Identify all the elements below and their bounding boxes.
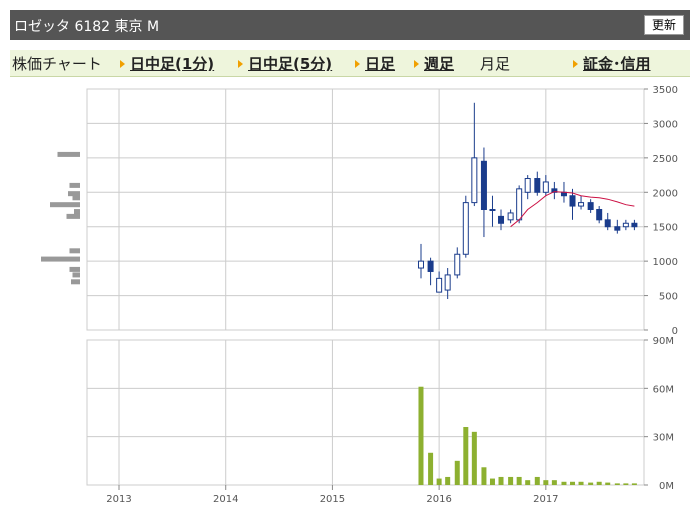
volume-profile-bar — [69, 182, 80, 188]
candle-down — [596, 209, 603, 221]
volume-bar — [489, 478, 495, 485]
volume-tick-label: 90M — [653, 336, 674, 347]
candle-down — [631, 222, 638, 228]
volume-tick-label: 0M — [659, 481, 674, 492]
volume-profile-bar — [71, 279, 80, 285]
candle-up — [444, 274, 451, 291]
volume-bar — [508, 476, 514, 485]
candle-down — [604, 219, 611, 228]
volume-bar — [551, 480, 557, 485]
volume-bar — [481, 467, 487, 485]
candle-up — [524, 178, 531, 193]
volume-profile-bar — [74, 209, 80, 215]
x-tick-label: 2013 — [106, 494, 131, 505]
candle-up — [622, 222, 629, 228]
price-tick-label: 2000 — [653, 188, 678, 199]
volume-profile-bar — [41, 256, 80, 262]
candle-up — [417, 260, 424, 269]
price-chart-frame — [86, 88, 645, 331]
volume-grid — [87, 339, 644, 486]
candle-down — [427, 260, 434, 272]
candle-up — [471, 157, 478, 204]
volume-tick-label: 60M — [653, 384, 674, 395]
volume-bar — [588, 482, 594, 485]
candle-up — [462, 202, 469, 255]
volume-bar — [463, 427, 469, 485]
volume-bars — [418, 386, 637, 485]
volume-bar — [516, 476, 522, 485]
volume-profile — [41, 151, 80, 285]
candle-up — [516, 188, 523, 221]
price-tick-label: 1000 — [653, 257, 678, 268]
price-tick-label: 3500 — [653, 85, 678, 96]
candle-up — [542, 181, 549, 193]
stock-chart-area: 3500300025002000150010005000 90M60M30M0M… — [41, 85, 678, 505]
volume-profile-bar — [50, 202, 80, 208]
candle-down — [569, 195, 576, 207]
time-axis: 2013 2014 2015 2016 2017 — [106, 485, 559, 505]
volume-profile-bar — [69, 266, 80, 272]
candle-up — [507, 212, 514, 221]
volume-bar — [418, 386, 424, 485]
volume-profile-bar — [69, 248, 80, 254]
price-grid — [87, 88, 644, 331]
volume-profile-bar — [66, 213, 80, 219]
candle-down — [587, 202, 594, 211]
volume-bar — [614, 483, 620, 485]
volume-bar — [436, 478, 442, 485]
volume-profile-bar — [57, 151, 80, 157]
volume-bar — [454, 460, 460, 485]
volume-bar — [605, 482, 611, 485]
volume-profile-bar — [72, 195, 80, 201]
candle-down — [480, 160, 487, 211]
x-tick-label: 2014 — [213, 494, 238, 505]
volume-profile-bar — [72, 272, 80, 278]
price-tick-label: 1500 — [653, 223, 678, 234]
volume-bar — [445, 476, 451, 485]
price-axis: 3500300025002000150010005000 — [644, 85, 678, 337]
volume-bar — [471, 431, 477, 485]
volume-chart-frame — [86, 339, 645, 486]
volume-bar — [498, 476, 504, 485]
volume-bar — [525, 480, 531, 485]
volume-bar — [596, 481, 602, 485]
volume-bar — [578, 481, 584, 485]
volume-tick-label: 30M — [653, 433, 674, 444]
candle-up — [436, 277, 443, 293]
price-tick-label: 500 — [659, 292, 678, 303]
candle-down — [498, 215, 505, 224]
volume-bar — [534, 476, 540, 485]
volume-bar — [543, 480, 549, 485]
price-tick-label: 2500 — [653, 154, 678, 165]
candle-up — [489, 209, 496, 211]
x-tick-label: 2016 — [426, 494, 451, 505]
candle-up — [454, 253, 461, 276]
volume-bar — [570, 481, 576, 485]
volume-bar — [623, 483, 629, 485]
volume-axis: 90M 60M 30M 0M — [644, 336, 674, 492]
x-tick-label: 2017 — [533, 494, 558, 505]
candlesticks — [417, 102, 638, 300]
volume-bar — [631, 483, 637, 485]
candle-down — [534, 178, 541, 193]
price-tick-label: 3000 — [653, 119, 678, 130]
volume-bar — [561, 481, 567, 485]
candle-up — [578, 202, 585, 207]
x-tick-label: 2015 — [320, 494, 345, 505]
volume-bar — [428, 452, 434, 485]
candle-down — [614, 226, 621, 231]
